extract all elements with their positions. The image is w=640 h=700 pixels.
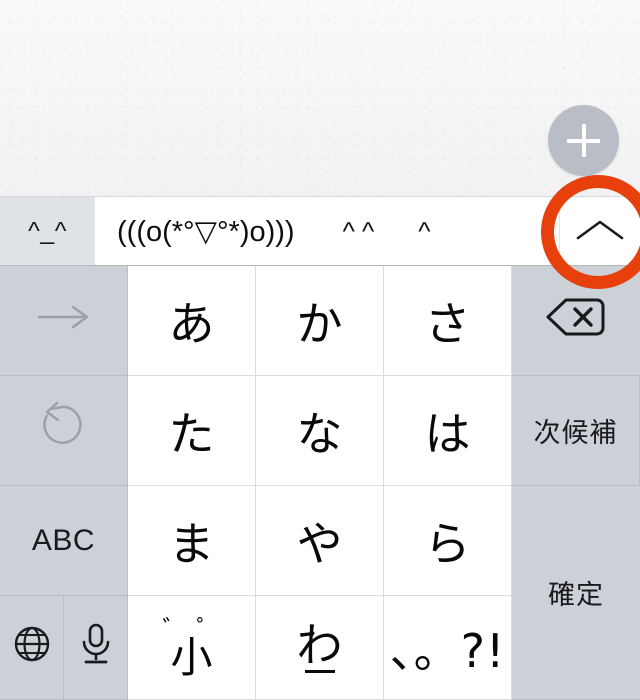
globe-key[interactable]	[0, 596, 64, 700]
keyboard-row: あ か さ	[0, 266, 640, 376]
suggestion-item[interactable]: ^ ^	[321, 197, 397, 265]
chevron-up-icon	[574, 216, 626, 246]
small-kana-glyph: 小	[170, 632, 213, 682]
key-small-kana[interactable]: ゛゜ 小	[128, 596, 256, 700]
key-ma[interactable]: ま	[128, 486, 256, 596]
globe-icon	[10, 622, 54, 673]
key-ya[interactable]: や	[256, 486, 384, 596]
next-candidate-key[interactable]: 次候補	[512, 376, 640, 486]
app-background	[0, 0, 640, 196]
undo-key[interactable]	[0, 376, 128, 486]
undo-icon	[35, 399, 93, 462]
key-ka[interactable]: か	[256, 266, 384, 376]
suggestion-bar: ^_^ (((o(*°▽°*)o))) ^ ^ ^	[0, 196, 640, 266]
suggestion-item[interactable]: ^	[396, 197, 452, 265]
current-input-text[interactable]: ^_^	[0, 197, 95, 265]
key-ta[interactable]: た	[128, 376, 256, 486]
confirm-key[interactable]: 確定	[512, 486, 640, 700]
key-sa[interactable]: さ	[384, 266, 512, 376]
underscore-mark	[304, 670, 335, 673]
key-wa-glyph: わ	[296, 618, 343, 672]
screen: ^_^ (((o(*°▽°*)o))) ^ ^ ^ あ か さ た な は 次候…	[0, 0, 640, 700]
key-wa[interactable]: わ	[256, 596, 384, 700]
dictation-key[interactable]	[64, 596, 128, 700]
expand-suggestions-button[interactable]	[559, 197, 640, 265]
key-a[interactable]: あ	[128, 266, 256, 376]
backspace-icon	[544, 295, 608, 346]
microphone-icon	[77, 621, 115, 674]
suggestion-item[interactable]: (((o(*°▽°*)o)))	[95, 197, 321, 265]
keyboard-row: た な は 次候補	[0, 376, 640, 486]
abc-key[interactable]: ABC	[0, 486, 128, 596]
key-punctuation[interactable]: 、。?!	[384, 596, 512, 700]
key-na[interactable]: な	[256, 376, 384, 486]
plus-icon-vertical	[581, 124, 586, 157]
key-ha[interactable]: は	[384, 376, 512, 486]
key-ra[interactable]: ら	[384, 486, 512, 596]
add-button[interactable]	[548, 105, 619, 176]
backspace-key[interactable]	[512, 266, 640, 376]
keyboard: あ か さ た な は 次候補 ABC ま や ら ゛゜ 小 わ 、。?! 確定	[0, 266, 640, 700]
cursor-right-key[interactable]	[0, 266, 128, 376]
arrow-right-icon	[33, 301, 95, 340]
suggestion-list[interactable]: (((o(*°▽°*)o))) ^ ^ ^	[95, 197, 559, 265]
